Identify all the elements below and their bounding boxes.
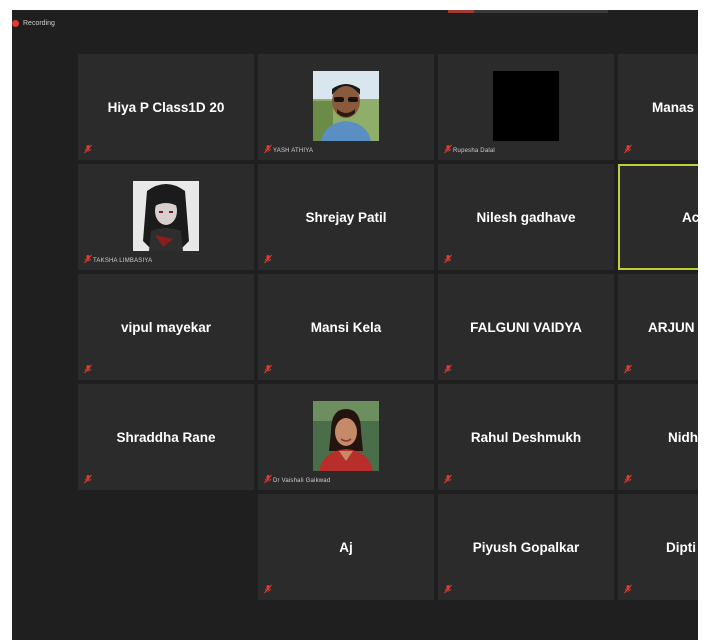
participant-name: FALGUNI VAIDYA <box>470 319 582 335</box>
participant-name: Aj <box>339 539 353 555</box>
participant-tile[interactable]: ARJUN <box>618 274 698 380</box>
participant-tile[interactable]: vipul mayekar <box>78 274 254 380</box>
participant-name: vipul mayekar <box>120 319 212 335</box>
participant-name: Dr Vaishali Gaikwad <box>273 478 331 484</box>
participant-tile[interactable]: Shraddha Rane <box>78 384 254 490</box>
muted-mic-icon <box>624 144 632 154</box>
participant-tile[interactable]: Aj <box>258 494 434 600</box>
muted-mic-icon <box>444 254 452 264</box>
muted-mic-icon <box>444 474 452 484</box>
muted-mic-icon <box>444 144 452 154</box>
avatar <box>313 401 379 471</box>
recording-label: Recording <box>23 19 55 27</box>
top-bar-accent <box>448 10 474 13</box>
participant-tile[interactable]: Nidh <box>618 384 698 490</box>
recording-dot-icon <box>12 19 19 27</box>
participant-tile[interactable]: Rupesha Dalal <box>438 54 614 160</box>
recording-indicator[interactable]: Recording <box>12 16 55 30</box>
participant-tile[interactable]: Dr Vaishali Gaikwad <box>258 384 434 490</box>
muted-mic-icon <box>84 254 92 264</box>
muted-mic-icon <box>624 364 632 374</box>
muted-mic-icon <box>264 364 272 374</box>
participant-tile[interactable]: Hiya P Class1D 20 <box>78 54 254 160</box>
participant-name: Piyush Gopalkar <box>472 539 580 555</box>
participant-tile[interactable]: Rahul Deshmukh <box>438 384 614 490</box>
avatar <box>313 71 379 141</box>
active-speaker-tile[interactable]: Ac <box>618 164 698 270</box>
participant-tile[interactable]: Piyush Gopalkar <box>438 494 614 600</box>
participant-name: Rupesha Dalal <box>453 148 495 154</box>
participant-tile[interactable]: Shrejay Patil <box>258 164 434 270</box>
avatar <box>133 181 199 251</box>
muted-mic-icon <box>264 254 272 264</box>
muted-mic-icon <box>264 144 272 154</box>
participant-name: Rahul Deshmukh <box>470 429 582 445</box>
muted-mic-icon <box>84 364 92 374</box>
muted-mic-icon <box>264 584 272 594</box>
participant-name: Hiya P Class1D 20 <box>107 99 225 115</box>
avatar <box>493 71 559 141</box>
participant-name: YASH ATHIYA <box>273 148 314 154</box>
muted-mic-icon <box>84 474 92 484</box>
muted-mic-icon <box>444 364 452 374</box>
muted-mic-icon <box>624 584 632 594</box>
participant-tile[interactable]: YASH ATHIYA <box>258 54 434 160</box>
muted-mic-icon <box>444 584 452 594</box>
participant-name: Ac <box>682 209 698 225</box>
muted-mic-icon <box>264 474 272 484</box>
muted-mic-icon <box>84 144 92 154</box>
participant-name: TAKSHA LIMBASIYA <box>93 258 153 264</box>
participant-name: Shrejay Patil <box>305 209 387 225</box>
participant-tile[interactable]: FALGUNI VAIDYA <box>438 274 614 380</box>
meeting-window: Recording Hiya P Class1D 20 YASH ATHIYA … <box>12 10 698 640</box>
participant-name: Nilesh gadhave <box>476 209 576 225</box>
participant-tile[interactable]: Nilesh gadhave <box>438 164 614 270</box>
participant-tile[interactable]: TAKSHA LIMBASIYA <box>78 164 254 270</box>
participant-tile[interactable]: Dipti <box>618 494 698 600</box>
participant-name: Shraddha Rane <box>116 429 216 445</box>
participant-tile[interactable]: Mansi Kela <box>258 274 434 380</box>
participant-name: Mansi Kela <box>310 319 382 335</box>
participant-tile[interactable]: Manas <box>618 54 698 160</box>
muted-mic-icon <box>624 474 632 484</box>
